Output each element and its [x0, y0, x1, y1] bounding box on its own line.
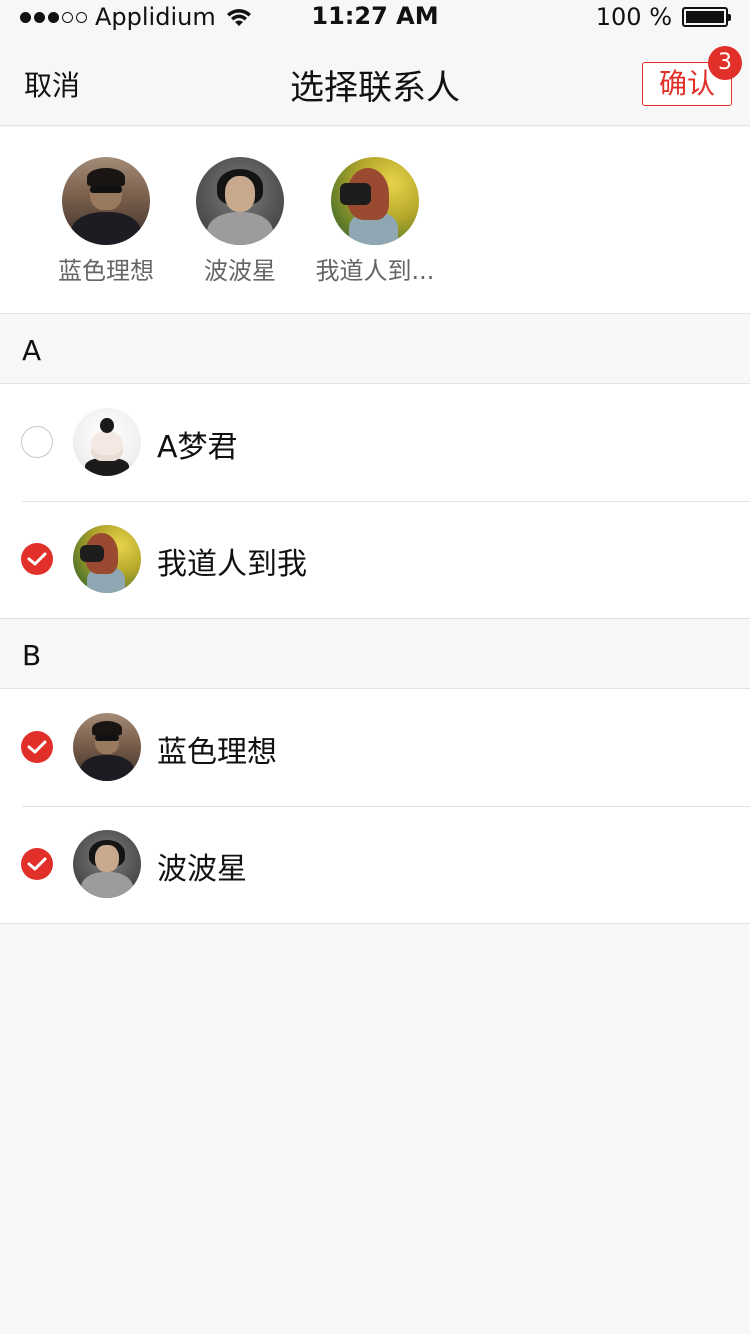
- avatar: [331, 157, 419, 245]
- selected-contact[interactable]: 蓝色理想: [36, 157, 176, 286]
- checked-circle-icon[interactable]: [21, 848, 53, 880]
- confirm-button-wrap: 确认 3: [642, 46, 742, 106]
- contact-row[interactable]: 我道人到我: [0, 501, 750, 618]
- avatar: [73, 525, 141, 593]
- avatar: [73, 830, 141, 898]
- battery-icon: [682, 7, 731, 27]
- selected-contact[interactable]: 波波星: [170, 157, 310, 286]
- checked-circle-icon[interactable]: [21, 731, 53, 763]
- selected-contacts-strip: 蓝色理想 波波星 我道人到...: [0, 127, 750, 314]
- contact-list-section-a: A梦君 我道人到我: [0, 384, 750, 619]
- selected-count-badge: 3: [708, 46, 742, 80]
- status-right: 100 %: [595, 3, 731, 31]
- contact-list-section-b: 蓝色理想 波波星: [0, 689, 750, 924]
- contact-name: 我道人到我: [157, 547, 307, 582]
- contact-name: A梦君: [157, 430, 238, 465]
- contact-name: 波波星: [157, 852, 247, 887]
- selected-contact[interactable]: 我道人到...: [305, 157, 445, 286]
- section-letter: B: [22, 639, 42, 672]
- selected-contact-name: 波波星: [204, 257, 276, 285]
- unchecked-circle-icon[interactable]: [21, 426, 53, 458]
- section-header-a: A: [0, 314, 750, 384]
- contact-row[interactable]: 蓝色理想: [0, 689, 750, 806]
- section-letter: A: [22, 334, 42, 367]
- contact-row[interactable]: A梦君: [0, 384, 750, 501]
- avatar: [73, 408, 141, 476]
- avatar: [196, 157, 284, 245]
- section-header-b: B: [0, 619, 750, 689]
- contact-row[interactable]: 波波星: [0, 806, 750, 923]
- selected-contact-name: 我道人到...: [315, 257, 435, 285]
- contact-name: 蓝色理想: [157, 735, 277, 770]
- contact-picker-screen: Applidium 11:27 AM 100 % 取消 选择联系人 确认 3 蓝…: [0, 0, 750, 1334]
- navigation-bar: 取消 选择联系人 确认 3: [0, 36, 750, 126]
- checked-circle-icon[interactable]: [21, 543, 53, 575]
- selected-contact-name: 蓝色理想: [58, 257, 154, 285]
- battery-percentage: 100 %: [595, 3, 672, 31]
- avatar: [62, 157, 150, 245]
- avatar: [73, 713, 141, 781]
- status-bar: Applidium 11:27 AM 100 %: [0, 0, 750, 36]
- page-title: 选择联系人: [290, 68, 460, 108]
